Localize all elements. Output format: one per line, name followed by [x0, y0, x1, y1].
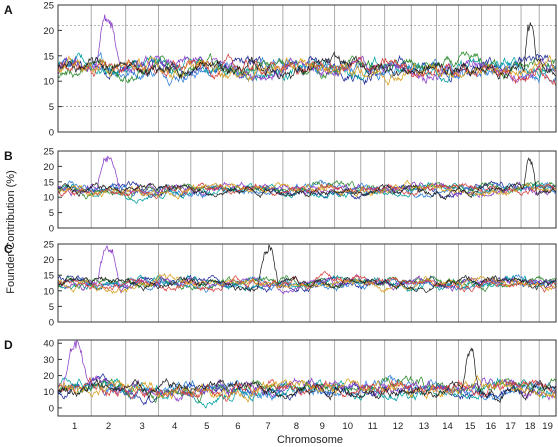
panel-A: A 0 5 10 15 20 25 — [4, 1, 557, 139]
y-tick-label: 10 — [43, 387, 54, 398]
y-tick-label: 15 — [43, 51, 54, 62]
panel-label: B — [4, 149, 13, 163]
x-tick-label: 13 — [419, 421, 430, 432]
panel-label: C — [4, 242, 13, 256]
x-tick-label: 3 — [139, 421, 144, 432]
y-tick-label: 15 — [43, 177, 54, 188]
panel-B: B 0 5 10 15 20 25 — [4, 147, 557, 235]
x-tick-label: 4 — [172, 421, 177, 432]
y-tick-label: 40 — [43, 339, 54, 350]
figure: Founder Contribution (%) Chromosome A 0 5 1… — [4, 1, 557, 446]
x-tick-label: 12 — [393, 421, 404, 432]
y-tick-label: 5 — [49, 208, 54, 219]
y-tick-label: 10 — [43, 286, 54, 297]
x-tick-label: 18 — [525, 421, 536, 432]
y-tick-label: 0 — [49, 128, 54, 139]
x-tick-label: 14 — [442, 421, 453, 432]
y-tick-label: 20 — [43, 162, 54, 173]
x-tick-label: 6 — [235, 421, 240, 432]
x-tick-label: 16 — [486, 421, 497, 432]
y-tick-label: 20 — [43, 255, 54, 266]
x-tick-label: 8 — [294, 421, 299, 432]
y-tick-label: 25 — [43, 147, 54, 158]
y-tick-label: 0 — [49, 224, 54, 235]
x-tick-label: 17 — [505, 421, 516, 432]
panel-C: C 0 5 10 15 20 25 — [4, 240, 557, 329]
panel-label: D — [4, 338, 13, 352]
y-tick-label: 0 — [49, 403, 54, 414]
x-tick-label: 15 — [465, 421, 476, 432]
y-tick-label: 0 — [49, 318, 54, 329]
y-tick-label: 15 — [43, 271, 54, 282]
y-tick-label: 10 — [43, 193, 54, 204]
x-tick-label: 19 — [542, 421, 553, 432]
panel-D: D0102030401 2 3 4 5 6 7 8 9 10 11 12 13 14 15 16 17 18 19 — [4, 338, 557, 432]
x-tick-label: 9 — [320, 421, 325, 432]
y-tick-label: 20 — [43, 371, 54, 382]
y-tick-label: 25 — [43, 240, 54, 251]
y-tick-label: 25 — [43, 1, 54, 12]
y-tick-label: 30 — [43, 355, 54, 366]
panel-label: A — [4, 3, 13, 17]
x-tick-label: 11 — [368, 421, 378, 432]
y-axis-label: Founder Contribution (%) — [5, 170, 17, 294]
x-tick-label: 5 — [204, 421, 209, 432]
y-tick-label: 5 — [49, 102, 54, 113]
x-tick-label: 10 — [342, 421, 353, 432]
y-tick-label: 20 — [43, 26, 54, 37]
x-axis-label: Chromosome — [277, 434, 343, 446]
x-tick-label: 1 — [72, 421, 77, 432]
y-tick-label: 5 — [49, 302, 54, 313]
x-tick-label: 7 — [265, 421, 270, 432]
x-tick-label: 2 — [106, 421, 111, 432]
y-tick-label: 10 — [43, 77, 54, 88]
panels: A0510152025B0510152025C0510152025D010203… — [4, 1, 557, 432]
